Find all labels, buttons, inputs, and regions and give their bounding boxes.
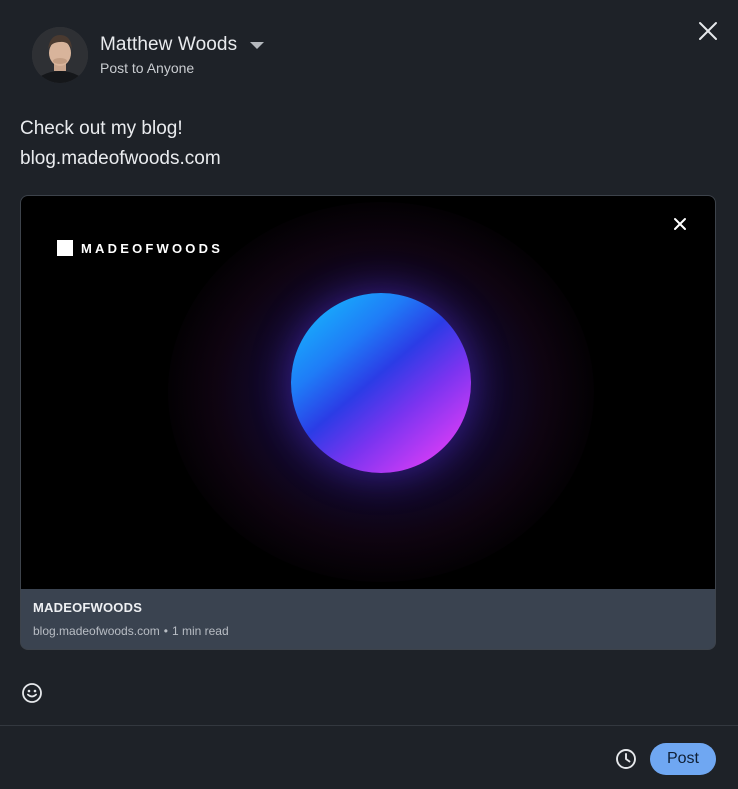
composer-header: Matthew Woods Post to Anyone (32, 27, 265, 83)
preview-info: MADEOFWOODS blog.madeofwoods.com • 1 min r… (21, 589, 715, 649)
preview-meta: blog.madeofwoods.com • 1 min read (33, 624, 229, 638)
link-preview-card[interactable]: MADEOFWOODS MADEOFWOODS blog.madeofwoods… (20, 195, 716, 650)
brand-logo-text: MADEOFWOODS (81, 240, 224, 256)
clock-icon[interactable] (614, 747, 638, 771)
close-icon[interactable] (697, 20, 719, 42)
preview-read-time: 1 min read (171, 624, 229, 638)
post-button[interactable]: Post (650, 743, 716, 775)
author-row[interactable]: Matthew Woods (100, 34, 265, 56)
avatar[interactable] (32, 27, 88, 83)
post-text-area[interactable]: Check out my blog! blog.madeofwoods.com (20, 114, 221, 174)
post-line: blog.madeofwoods.com (20, 148, 221, 169)
brand-logo: MADEOFWOODS (57, 240, 223, 256)
footer-divider (0, 725, 738, 726)
preview-title: MADEOFWOODS (33, 600, 143, 615)
logo-square-icon (57, 240, 73, 256)
gradient-orb (291, 293, 471, 473)
preview-image: MADEOFWOODS (21, 196, 715, 589)
preview-domain: blog.madeofwoods.com (33, 624, 160, 638)
remove-preview-icon[interactable] (672, 216, 688, 232)
emoji-icon[interactable] (21, 682, 43, 704)
audience-selector[interactable]: Post to Anyone (100, 60, 264, 76)
author-block: Matthew Woods Post to Anyone (100, 34, 265, 76)
author-name[interactable]: Matthew Woods (100, 34, 237, 56)
meta-separator: • (163, 624, 168, 638)
post-line: Check out my blog! (20, 118, 183, 139)
chevron-down-icon[interactable] (250, 41, 265, 49)
